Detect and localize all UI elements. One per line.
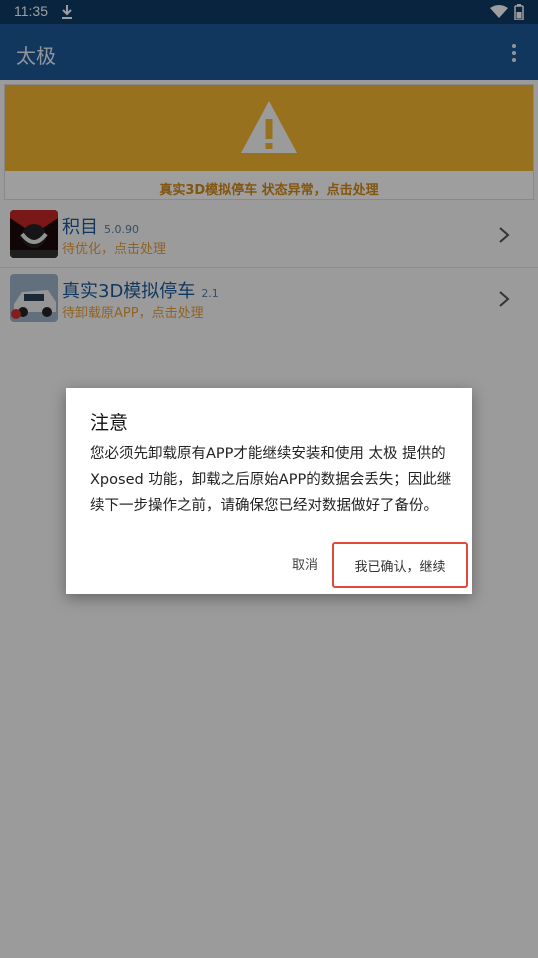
confirm-dialog: 注意 您必须先卸载原有APP才能继续安装和使用 太极 提供的 Xposed 功能… xyxy=(66,388,472,594)
dialog-title: 注意 xyxy=(90,412,129,434)
cancel-button[interactable]: 取消 xyxy=(292,554,318,573)
confirm-button-label: 我已确认，继续 xyxy=(354,559,446,575)
dialog-message: 您必须先卸载原有APP才能继续安装和使用 太极 提供的 Xposed 功能，卸载… xyxy=(90,446,452,514)
confirm-button[interactable]: 我已确认，继续 xyxy=(332,542,468,588)
